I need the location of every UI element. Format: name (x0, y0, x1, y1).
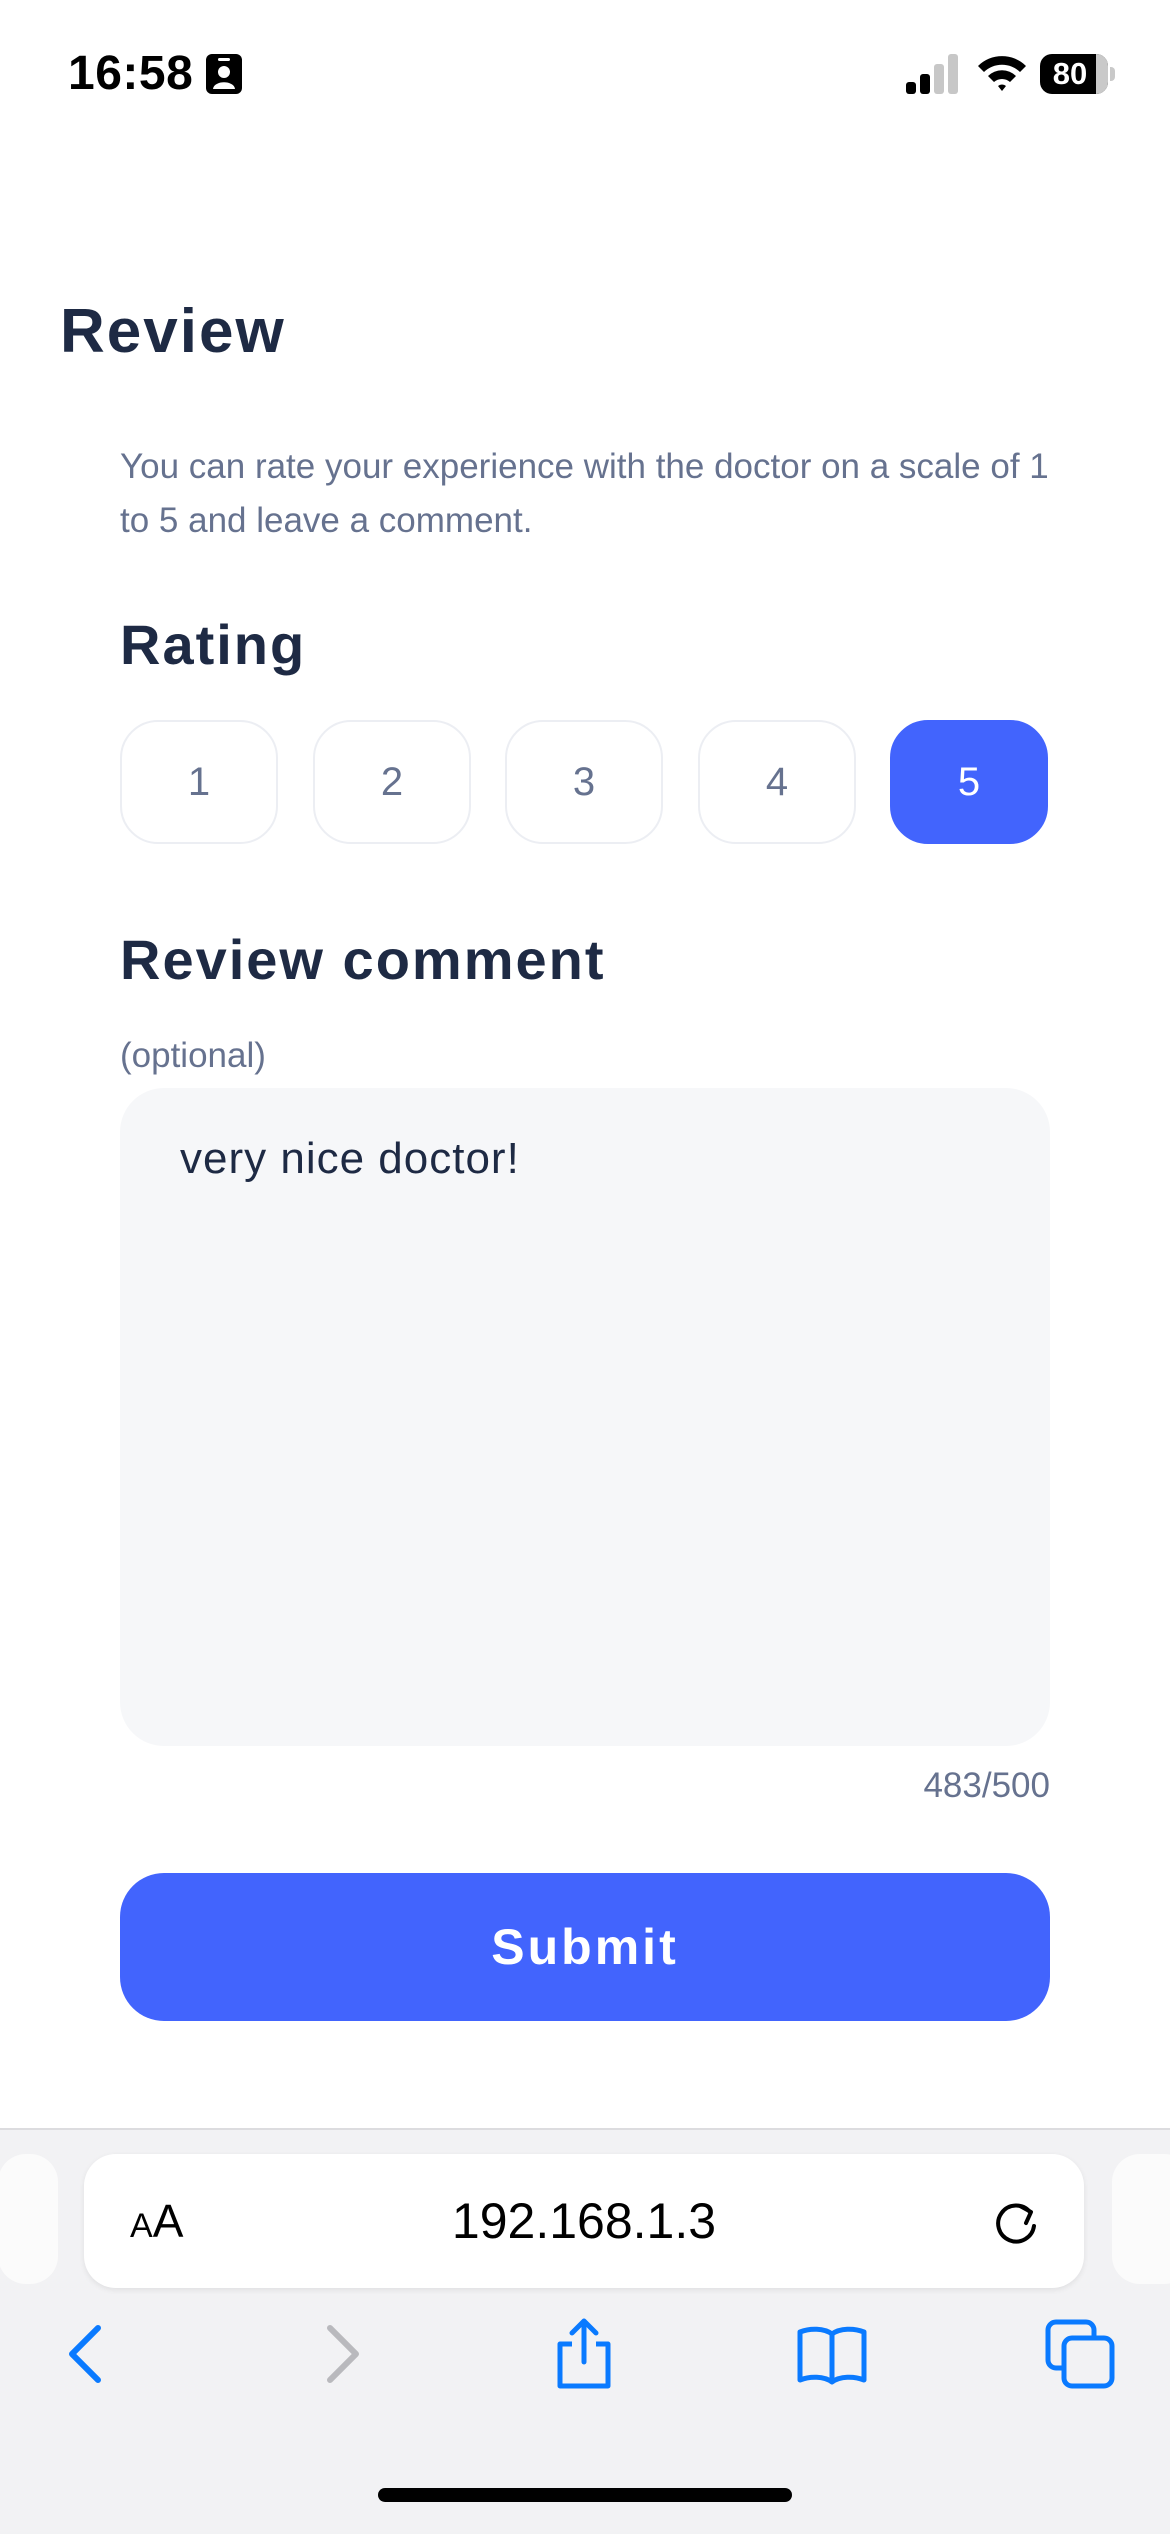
share-icon[interactable] (548, 2318, 620, 2390)
next-tab-preview[interactable] (1112, 2154, 1170, 2284)
rating-heading: Rating (120, 613, 307, 676)
url-text: 192.168.1.3 (451, 2193, 717, 2249)
rating-option-3[interactable]: 3 (505, 720, 663, 844)
home-indicator[interactable] (378, 2488, 792, 2502)
cellular-signal-icon (906, 54, 958, 94)
rating-option-2[interactable]: 2 (313, 720, 471, 844)
tabs-icon[interactable] (1044, 2318, 1116, 2390)
battery-level: 80 (1052, 56, 1088, 91)
rating-option-1[interactable]: 1 (120, 720, 278, 844)
intro-text: You can rate your experience with the do… (120, 447, 1049, 540)
status-bar: 16:58 80 (0, 0, 1170, 150)
id-card-icon (206, 54, 242, 94)
battery-icon: 80 (1040, 54, 1116, 94)
status-time: 16:58 (68, 47, 194, 100)
forward-icon[interactable] (304, 2318, 376, 2390)
rating-options: 1 2 3 4 5 (120, 720, 1048, 844)
bookmarks-icon[interactable] (796, 2318, 868, 2390)
rating-option-5[interactable]: 5 (890, 720, 1048, 844)
previous-tab-preview[interactable] (0, 2154, 58, 2284)
review-comment-value: very nice doctor! (180, 1134, 520, 1183)
back-icon[interactable] (52, 2318, 124, 2390)
address-bar[interactable]: AA 192.168.1.3 (84, 2154, 1084, 2288)
optional-label: (optional) (120, 1036, 266, 1075)
wifi-icon (978, 56, 1026, 91)
submit-button[interactable]: Submit (120, 1873, 1050, 2021)
character-count: 483/500 (923, 1766, 1050, 1805)
page-title: Review (60, 297, 286, 366)
review-comment-heading: Review comment (120, 928, 606, 991)
reload-icon[interactable] (990, 2196, 1042, 2248)
review-comment-textarea[interactable]: very nice doctor! (120, 1088, 1050, 1746)
rating-option-4[interactable]: 4 (698, 720, 856, 844)
